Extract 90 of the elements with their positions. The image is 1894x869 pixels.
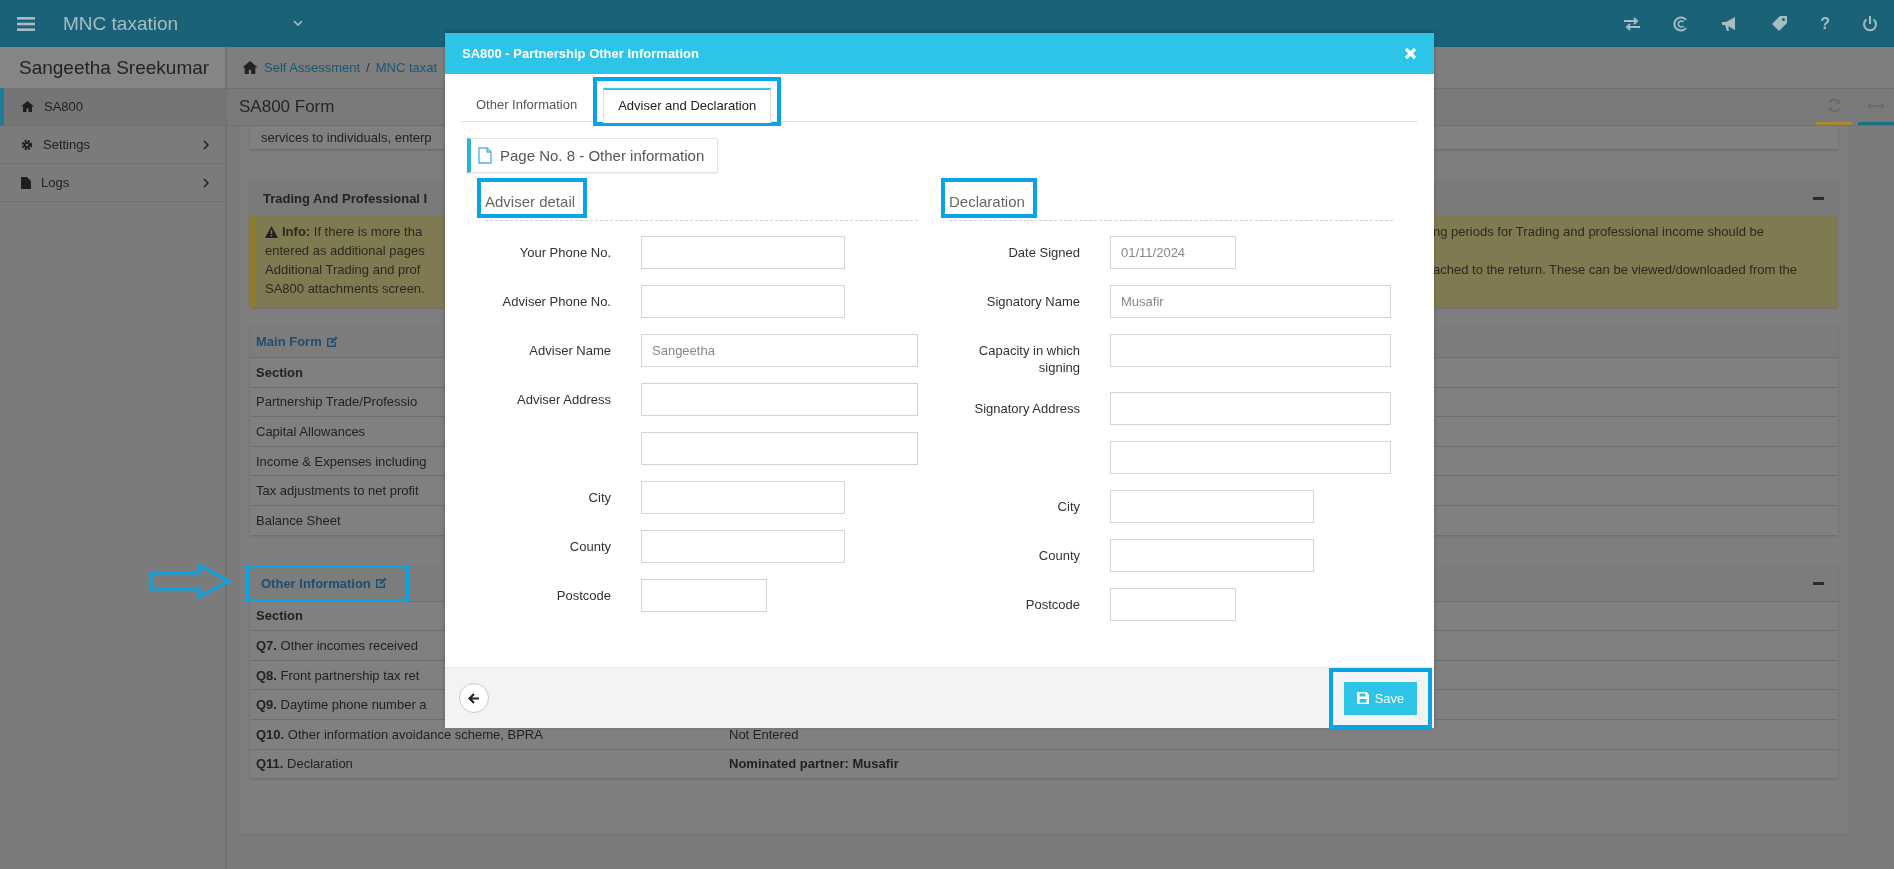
field-label: Your Phone No.: [519, 245, 611, 260]
field-label: County: [569, 539, 611, 554]
sidebar-item[interactable]: Logs: [0, 164, 225, 202]
home-icon[interactable]: [242, 61, 258, 74]
tag-icon[interactable]: [1771, 15, 1789, 32]
info-text: ng periods for Trading and professional income should be: [1433, 224, 1764, 239]
info-text: ached to the return. These can be viewed/downloaded from the: [1433, 262, 1797, 277]
table-cell: Income & Expenses including: [256, 453, 427, 469]
input-field[interactable]: [1110, 539, 1314, 572]
home-icon: [21, 101, 34, 112]
input-field[interactable]: [641, 579, 767, 612]
input-field[interactable]: [1110, 334, 1391, 367]
info-text: entered as additional pages: [265, 243, 425, 258]
column-header: Section: [256, 364, 303, 380]
tab[interactable]: Adviser and Declaration: [603, 88, 772, 123]
field-label: Postcode: [1025, 597, 1080, 612]
field-label: City: [1057, 499, 1080, 514]
table-cell: Q9. Daytime phone number a: [256, 697, 427, 713]
input-field[interactable]: [641, 236, 845, 269]
field-label: Adviser Name: [529, 343, 611, 358]
chevron-down-icon[interactable]: [293, 20, 303, 27]
field-label: Date Signed: [1008, 245, 1080, 260]
field-label: Adviser Address: [517, 392, 611, 407]
help-button[interactable]: ?: [1820, 14, 1830, 33]
field-label: Signatory Address: [974, 401, 1080, 416]
field-label: Signatory Name: [986, 294, 1080, 309]
panel-title: Trading And Professional I: [263, 191, 428, 206]
gear-icon: [21, 138, 33, 151]
table-cell: Q10. Other information avoidance scheme, BPRA: [256, 726, 543, 742]
breadcrumb-link[interactable]: MNC taxat: [375, 60, 438, 75]
field-label: Capacity in which signing: [978, 343, 1080, 375]
pointer-arrow-icon: [149, 563, 231, 599]
field-label: Adviser Phone No.: [502, 294, 611, 309]
power-icon[interactable]: [1862, 15, 1878, 32]
arrow-left-icon: [468, 692, 480, 704]
info-text: Additional Trading and prof: [265, 262, 421, 277]
input-field[interactable]: [641, 285, 845, 318]
edit-icon[interactable]: [325, 335, 338, 348]
menu-icon[interactable]: [17, 16, 35, 31]
field-label: City: [588, 490, 611, 505]
user-name: Sangeetha Sreekumar: [0, 47, 225, 88]
table-cell: Balance Sheet: [256, 512, 341, 528]
table-cell: Partnership Trade/Professio: [256, 394, 418, 410]
info-text: Info: If there is more tha: [282, 224, 423, 239]
table-cell: Q7. Other incomes received: [256, 637, 418, 653]
currency-icon[interactable]: [1673, 15, 1690, 32]
collapse-icon[interactable]: [1813, 581, 1824, 585]
field-label: Postcode: [556, 588, 611, 603]
input-field[interactable]: [1110, 441, 1391, 474]
back-button[interactable]: [459, 683, 489, 713]
input-field[interactable]: Sangeetha: [641, 334, 918, 367]
input-field[interactable]: [1110, 392, 1391, 425]
dialog-title: SA800 - Partnership Other Information: [462, 46, 699, 61]
intro-text: services to individuals, enterp: [261, 130, 432, 145]
breadcrumb-separator: /: [366, 60, 370, 75]
input-field[interactable]: [641, 530, 845, 563]
section-heading: Declaration: [949, 193, 1025, 212]
swap-icon[interactable]: [1623, 16, 1642, 31]
save-button[interactable]: Save: [1344, 681, 1417, 715]
other-information-link[interactable]: Other Information: [261, 575, 371, 591]
table-cell: Not Entered: [729, 726, 799, 742]
table-cell: Tax adjustments to net profit: [256, 483, 419, 499]
input-field[interactable]: [1110, 490, 1314, 523]
app-name: MNC taxation: [63, 12, 180, 35]
table-cell: Q11. Declaration: [256, 756, 353, 772]
sidebar-item[interactable]: Settings: [0, 126, 225, 164]
input-field[interactable]: [641, 432, 918, 465]
page-title: SA800 Form: [239, 97, 335, 117]
floppy-icon: [1356, 692, 1369, 704]
column-header: Section: [256, 608, 303, 624]
breadcrumb-link[interactable]: Self Assessment: [264, 60, 361, 75]
input-field[interactable]: [1110, 588, 1236, 621]
main-form-link[interactable]: Main Form: [256, 334, 322, 349]
field-label: County: [1038, 548, 1080, 563]
section-heading: Adviser detail: [485, 193, 576, 212]
input-field[interactable]: 01/11/2024: [1110, 236, 1236, 269]
input-field[interactable]: [641, 383, 918, 416]
sidebar-item[interactable]: SA800: [0, 88, 225, 126]
info-text: SA800 attachments screen.: [265, 281, 425, 296]
file-icon: [21, 176, 31, 189]
table-cell: Q8. Front partnership tax ret: [256, 667, 420, 683]
input-field[interactable]: Musafir: [1110, 285, 1391, 318]
close-icon[interactable]: [1404, 47, 1417, 60]
page-label: Page No. 8 - Other information: [467, 138, 718, 173]
input-field[interactable]: [641, 481, 845, 514]
warning-icon: [265, 225, 278, 238]
table-cell: Nominated partner: Musafir: [729, 756, 899, 772]
document-icon: [478, 147, 492, 164]
edit-icon[interactable]: [374, 577, 387, 590]
table-cell: Capital Allowances: [256, 424, 366, 439]
